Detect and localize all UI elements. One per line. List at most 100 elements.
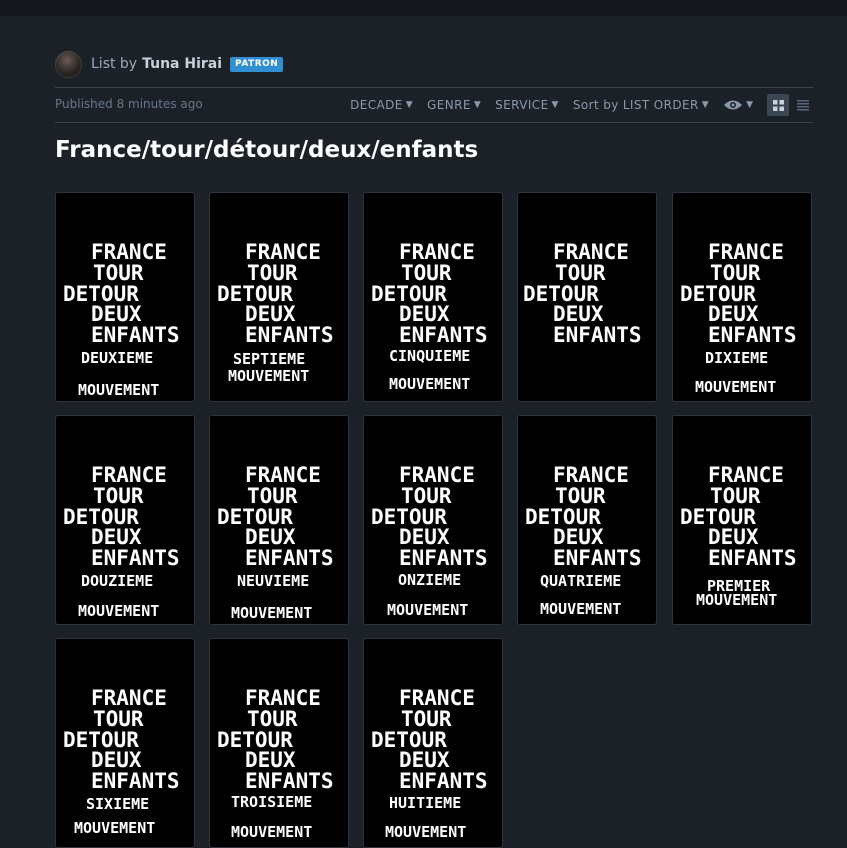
film-poster[interactable]: FRANCE TOUR DETOUR DEUX ENFANTS <box>517 192 657 402</box>
poster-title-line: TOUR <box>401 484 452 508</box>
list-title: France/tour/détour/deux/enfants <box>55 137 479 163</box>
genre-label: GENRE <box>427 98 471 112</box>
poster-title-line: DETOUR <box>525 505 601 529</box>
film-poster[interactable]: FRANCE TOUR DETOUR DEUX ENFANTS SEPTIEME… <box>209 192 349 402</box>
poster-movement: MOUVEMENT <box>231 823 313 841</box>
poster-subtitle: DEUXIEME <box>81 349 154 367</box>
poster-title-line: ENFANTS <box>553 546 642 570</box>
poster-title-line: ENFANTS <box>91 546 180 570</box>
poster-title-line: TOUR <box>401 707 452 731</box>
poster-title-line: FRANCE <box>399 463 475 487</box>
poster-title-line: FRANCE <box>91 240 167 264</box>
sort-dropdown[interactable]: Sort by LIST ORDER ▼ <box>573 98 709 112</box>
poster-title-line: FRANCE <box>399 240 475 264</box>
poster-title-line: FRANCE <box>245 463 321 487</box>
film-poster[interactable]: FRANCE TOUR DETOUR DEUX ENFANTS QUATRIEM… <box>517 415 657 625</box>
poster-title-line: DETOUR <box>680 282 756 306</box>
poster-title-line: ENFANTS <box>553 323 642 347</box>
poster-title-line: FRANCE <box>708 463 784 487</box>
poster-movement: MOUVEMENT <box>695 378 777 396</box>
poster-title-line: ENFANTS <box>708 546 797 570</box>
poster-subtitle: SIXIEME <box>86 795 150 813</box>
film-poster[interactable]: FRANCE TOUR DETOUR DEUX ENFANTS SIXIEME … <box>55 638 195 848</box>
poster-subtitle: DOUZIEME <box>81 572 154 590</box>
poster-title-line: DETOUR <box>217 505 293 529</box>
poster-movement: MOUVEMENT <box>231 604 313 622</box>
film-poster[interactable]: FRANCE TOUR DETOUR DEUX ENFANTS DIXIEME … <box>672 192 812 402</box>
poster-title-line: TOUR <box>555 261 606 285</box>
film-poster[interactable]: FRANCE TOUR DETOUR DEUX ENFANTS HUITIEME… <box>363 638 503 848</box>
poster-movement: MOUVEMENT <box>74 819 156 837</box>
poster-title-line: TOUR <box>247 484 298 508</box>
poster-title-line: DEUX <box>708 525 759 549</box>
chevron-down-icon: ▼ <box>701 100 710 110</box>
list-icon <box>797 99 809 110</box>
poster-title-line: DEUX <box>399 748 450 772</box>
poster-movement: MOUVEMENT <box>387 601 469 619</box>
poster-title-line: DEUX <box>91 748 142 772</box>
film-poster[interactable]: FRANCE TOUR DETOUR DEUX ENFANTS TROISIEM… <box>209 638 349 848</box>
film-poster[interactable]: FRANCE TOUR DETOUR DEUX ENFANTS PREMIER … <box>672 415 812 625</box>
poster-title-line: ENFANTS <box>399 769 488 793</box>
list-actions-bar: Published 8 minutes ago DECADE ▼ GENRE ▼… <box>55 87 813 123</box>
poster-title-line: FRANCE <box>553 463 629 487</box>
poster-title-line: DEUX <box>91 302 142 326</box>
poster-title-line: ENFANTS <box>708 323 797 347</box>
chevron-down-icon: ▼ <box>473 100 482 110</box>
genre-filter[interactable]: GENRE ▼ <box>427 98 481 112</box>
poster-title-line: DETOUR <box>371 282 447 306</box>
poster-subtitle: NEUVIEME <box>237 572 310 590</box>
poster-title-line: FRANCE <box>553 240 629 264</box>
poster-movement: MOUVEMENT <box>228 367 310 385</box>
filter-bar: DECADE ▼ GENRE ▼ SERVICE ▼ Sort by LIST … <box>336 93 813 117</box>
visibility-filter[interactable]: ▼ <box>723 99 753 111</box>
poster-title-line: DETOUR <box>217 282 293 306</box>
film-poster[interactable]: FRANCE TOUR DETOUR DEUX ENFANTS DEUXIEME… <box>55 192 195 402</box>
poster-title-line: DETOUR <box>371 728 447 752</box>
poster-title-line: TOUR <box>555 484 606 508</box>
poster-title-line: DEUX <box>553 525 604 549</box>
poster-title-line: ENFANTS <box>245 546 334 570</box>
poster-title-line: DETOUR <box>680 505 756 529</box>
poster-subtitle: HUITIEME <box>389 794 462 812</box>
list-view-button[interactable] <box>793 94 813 116</box>
poster-subtitle: SEPTIEME <box>233 350 306 368</box>
poster-subtitle: CINQUIEME <box>389 347 471 365</box>
poster-title-line: DETOUR <box>217 728 293 752</box>
poster-title-line: DEUX <box>91 525 142 549</box>
avatar[interactable] <box>55 50 82 78</box>
grid-icon <box>772 99 784 111</box>
poster-title-line: TOUR <box>401 261 452 285</box>
service-filter[interactable]: SERVICE ▼ <box>495 98 559 112</box>
poster-title-line: DETOUR <box>63 728 139 752</box>
poster-subtitle: DIXIEME <box>705 349 769 367</box>
list-byline: List by Tuna Hirai PATRON <box>55 50 284 78</box>
poster-title-line: DEUX <box>708 302 759 326</box>
poster-title-line: DEUX <box>245 525 296 549</box>
sort-value: LIST ORDER <box>622 98 699 112</box>
poster-title-line: FRANCE <box>245 240 321 264</box>
author-name[interactable]: Tuna Hirai <box>142 56 222 72</box>
poster-subtitle: QUATRIEME <box>540 572 622 590</box>
service-label: SERVICE <box>495 98 549 112</box>
poster-title-line: DEUX <box>553 302 604 326</box>
decade-filter[interactable]: DECADE ▼ <box>350 98 413 112</box>
patron-badge: PATRON <box>230 56 284 72</box>
poster-title-line: ENFANTS <box>91 769 180 793</box>
poster-title-line: FRANCE <box>245 686 321 710</box>
poster-title-line: DEUX <box>399 302 450 326</box>
film-poster[interactable]: FRANCE TOUR DETOUR DEUX ENFANTS DOUZIEME… <box>55 415 195 625</box>
byline-prefix: List by <box>91 56 138 72</box>
film-poster[interactable]: FRANCE TOUR DETOUR DEUX ENFANTS CINQUIEM… <box>363 192 503 402</box>
poster-title-line: DETOUR <box>63 505 139 529</box>
chevron-down-icon: ▼ <box>551 100 559 110</box>
poster-subtitle: TROISIEME <box>231 793 313 811</box>
poster-title-line: ENFANTS <box>245 769 334 793</box>
film-poster[interactable]: FRANCE TOUR DETOUR DEUX ENFANTS ONZIEME … <box>363 415 503 625</box>
poster-title-line: FRANCE <box>91 686 167 710</box>
grid-view-button[interactable] <box>767 94 789 116</box>
poster-title-line: DETOUR <box>523 282 599 306</box>
film-poster[interactable]: FRANCE TOUR DETOUR DEUX ENFANTS NEUVIEME… <box>209 415 349 625</box>
poster-title-line: FRANCE <box>91 463 167 487</box>
poster-subtitle: ONZIEME <box>398 571 462 589</box>
